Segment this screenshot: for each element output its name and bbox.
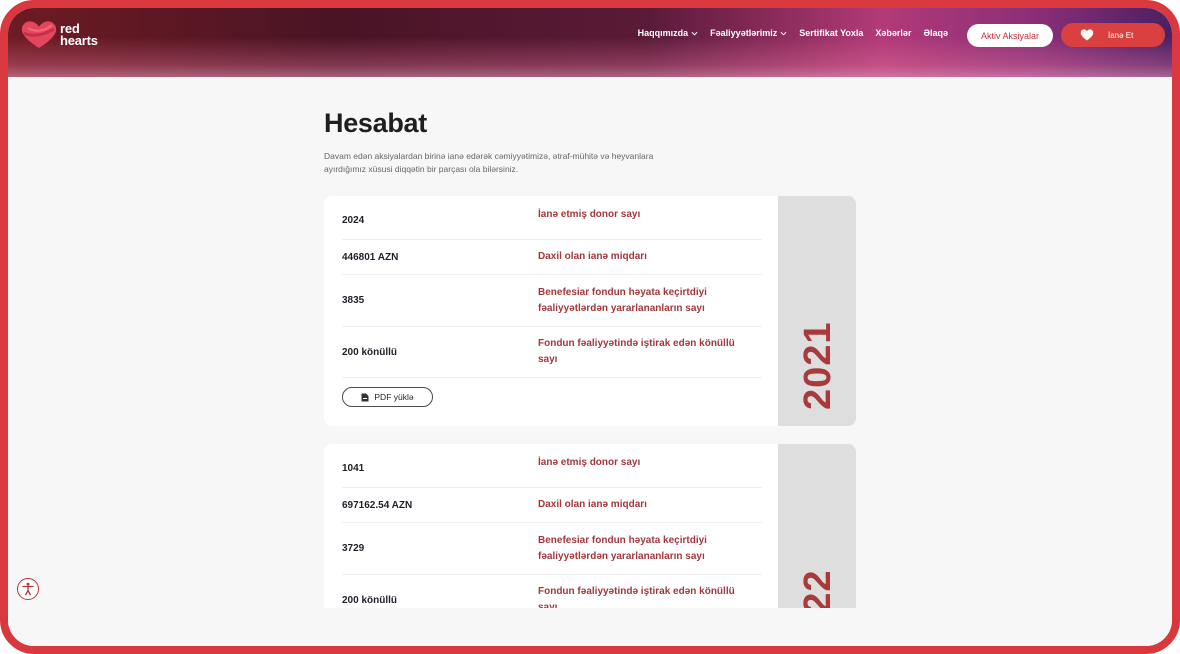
report-label: Daxil olan ianə miqdarı <box>538 251 647 262</box>
accessibility-button[interactable] <box>17 578 39 600</box>
page-header: Hesabat Davam edən aksiyalardan birinə i… <box>324 108 864 176</box>
app-frame: red hearts Haqqımızda Fəaliyyətlərimiz S… <box>0 0 1180 654</box>
main-nav: Haqqımızda Fəaliyyətlərimiz Sertifikat Y… <box>638 28 948 38</box>
report-value: 200 könüllü <box>342 346 398 358</box>
page-title: Hesabat <box>324 108 427 138</box>
report-value: 3729 <box>342 543 365 554</box>
nav-certificate[interactable]: Sertifikat Yoxla <box>799 28 863 38</box>
nav-activities[interactable]: Fəaliyyətlərimiz <box>710 28 787 38</box>
accessibility-icon <box>22 582 34 596</box>
donate-button[interactable]: İanə Et <box>1061 23 1165 47</box>
active-campaigns-button[interactable]: Aktiv Aksiyalar <box>967 24 1053 47</box>
report-card-2022: 1041 İanə etmiş donor sayı 697162.54 AZN… <box>324 444 856 624</box>
viewport-bottom <box>8 608 1172 646</box>
report-row: 2024 İanə etmiş donor sayı <box>342 196 762 240</box>
report-value: 200 könüllü <box>342 594 398 606</box>
report-label: İanə etmiş donor sayı <box>538 208 641 220</box>
report-value: 3835 <box>342 295 365 306</box>
report-label: İanə etmiş donor sayı <box>538 456 641 468</box>
logo-line-2: hearts <box>60 33 98 48</box>
report-label: Daxil olan ianə miqdarı <box>538 499 647 510</box>
report-rows: 1041 İanə etmiş donor sayı 697162.54 AZN… <box>342 444 762 624</box>
year-column: 2022 <box>778 444 856 624</box>
nav-contact-label: Əlaqə <box>923 28 948 38</box>
report-row: 697162.54 AZN Daxil olan ianə miqdarı <box>342 488 762 523</box>
report-rows: 2024 İanə etmiş donor sayı 446801 AZN Da… <box>342 196 762 378</box>
chevron-down-icon <box>780 31 787 36</box>
report-value: 2024 <box>342 215 365 226</box>
nav-about-label: Haqqımızda <box>637 28 689 38</box>
nav-news[interactable]: Xəbərlər <box>875 28 911 38</box>
logo-wordmark: red hearts <box>60 22 98 48</box>
report-label: Benefesiar fondun həyata keçirtdiyi fəal… <box>538 534 707 562</box>
pdf-download-button[interactable]: PDF yüklə <box>342 387 433 407</box>
report-row: 1041 İanə etmiş donor sayı <box>342 444 762 488</box>
report-card-2021: 2024 İanə etmiş donor sayı 446801 AZN Da… <box>324 196 856 426</box>
report-value: 446801 AZN <box>342 251 399 263</box>
report-row: 3729 Benefesiar fondun həyata keçirtdiyi… <box>342 523 762 575</box>
site-header: red hearts Haqqımızda Fəaliyyətlərimiz S… <box>8 8 1172 77</box>
logo[interactable]: red hearts <box>20 20 100 54</box>
report-row: 200 könüllü Fondun fəaliyyətində iştirak… <box>342 327 762 378</box>
page-description: Davam edən aksiyalardan birinə ianə edər… <box>324 151 654 174</box>
pdf-download-label: PDF yüklə <box>374 392 414 402</box>
year-label: 2021 <box>797 321 839 410</box>
report-label: Benefesiar fondun həyata keçirtdiyi fəal… <box>538 286 707 314</box>
report-row: 3835 Benefesiar fondun həyata keçirtdiyi… <box>342 275 762 327</box>
nav-contact[interactable]: Əlaqə <box>923 28 948 38</box>
report-row: 446801 AZN Daxil olan ianə miqdarı <box>342 240 762 275</box>
nav-about[interactable]: Haqqımızda <box>638 28 699 38</box>
nav-news-label: Xəbərlər <box>875 28 912 38</box>
document-icon <box>361 393 369 401</box>
heart-icon <box>1080 29 1094 41</box>
report-value: 697162.54 AZN <box>342 499 413 511</box>
year-column: 2021 <box>778 196 856 426</box>
nav-activities-label: Fəaliyyətlərimiz <box>710 28 778 38</box>
heart-logo-icon <box>21 21 57 48</box>
report-label: Fondun fəaliyyətində iştirak edən könüll… <box>538 338 735 365</box>
nav-certificate-label: Sertifikat Yoxla <box>799 28 864 38</box>
chevron-down-icon <box>691 31 698 36</box>
donate-button-label: İanə Et <box>1108 30 1134 40</box>
report-value: 1041 <box>342 463 365 474</box>
